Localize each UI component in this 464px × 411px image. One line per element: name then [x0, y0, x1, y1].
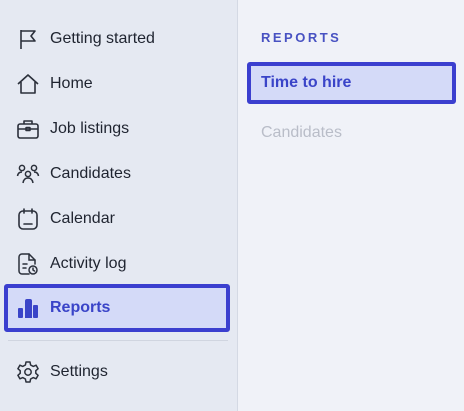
sidebar-item-label: Getting started [50, 30, 155, 47]
sidebar-item-label: Calendar [50, 210, 115, 227]
sidebar-item-getting-started[interactable]: Getting started [4, 17, 230, 61]
bar-chart-icon [14, 294, 42, 322]
activity-log-icon [14, 250, 42, 278]
flag-icon [14, 25, 42, 53]
sidebar-item-label: Candidates [50, 165, 131, 182]
sidebar: Getting started Home Job listings Candid… [0, 0, 238, 411]
sidebar-item-label: Activity log [50, 255, 127, 272]
sidebar-item-settings[interactable]: Settings [4, 350, 230, 394]
sidebar-item-label: Home [50, 75, 93, 92]
report-item-label: Candidates [261, 124, 342, 141]
report-item-label: Time to hire [261, 74, 352, 91]
sidebar-item-candidates[interactable]: Candidates [4, 152, 230, 196]
sidebar-item-label: Reports [50, 299, 111, 316]
sidebar-item-home[interactable]: Home [4, 62, 230, 106]
report-item-time-to-hire[interactable]: Time to hire [247, 62, 456, 104]
section-title: REPORTS [261, 30, 342, 45]
people-icon [14, 160, 42, 188]
gear-icon [14, 358, 42, 386]
home-icon [14, 70, 42, 98]
reports-panel: REPORTS Time to hire Candidates [239, 0, 464, 411]
sidebar-item-label: Settings [50, 363, 108, 380]
briefcase-icon [14, 115, 42, 143]
sidebar-item-label: Job listings [50, 120, 130, 137]
sidebar-item-calendar[interactable]: Calendar [4, 197, 230, 241]
sidebar-item-job-listings[interactable]: Job listings [4, 107, 230, 151]
calendar-icon [14, 205, 42, 233]
report-item-candidates[interactable]: Candidates [247, 112, 456, 154]
sidebar-divider [8, 340, 228, 341]
sidebar-item-reports[interactable]: Reports [4, 284, 230, 332]
sidebar-item-activity-log[interactable]: Activity log [4, 242, 230, 286]
